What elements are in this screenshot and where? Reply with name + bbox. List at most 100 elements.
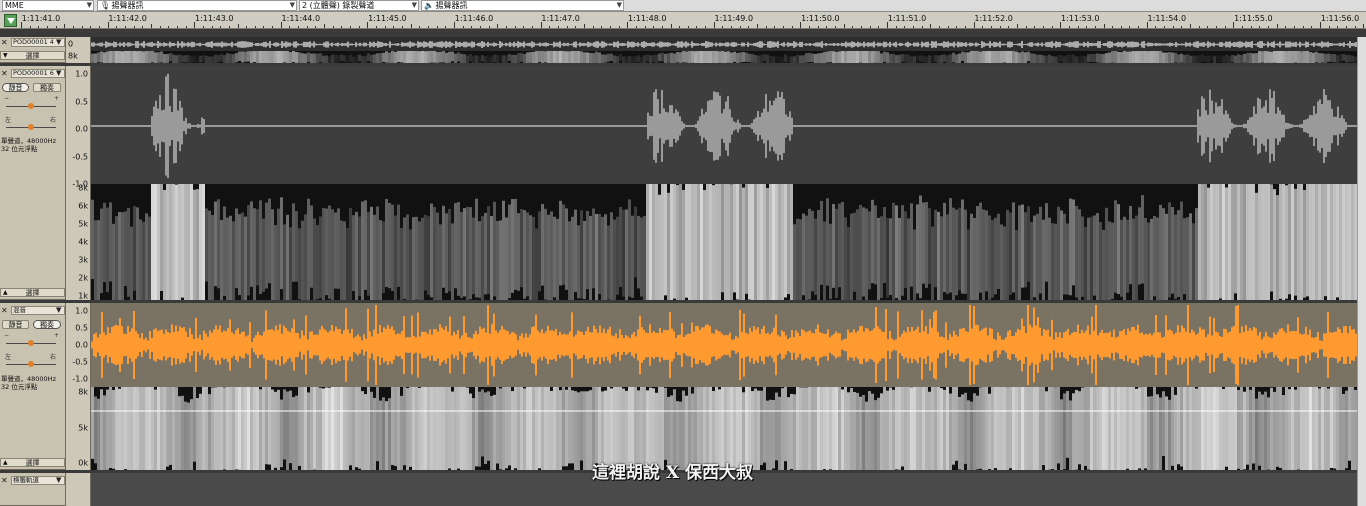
mute-button[interactable]: 靜音 <box>2 320 29 329</box>
solo-button[interactable]: 獨奏 <box>33 320 61 329</box>
waveform-sample <box>103 125 105 127</box>
spectrogram-column <box>607 53 610 62</box>
waveform-sample <box>769 100 771 152</box>
spectrogram-column <box>427 51 430 63</box>
gain-slider[interactable] <box>6 340 56 346</box>
spectrogram-column <box>352 215 355 292</box>
waveform-sample <box>229 43 231 46</box>
pan-slider-knob[interactable] <box>28 124 34 130</box>
track-3-lane[interactable] <box>91 303 1357 470</box>
waveform-sample <box>917 326 919 364</box>
waveform-sample <box>555 328 557 362</box>
waveform-sample <box>1321 340 1323 350</box>
gain-slider-knob[interactable] <box>28 340 34 346</box>
close-track-icon[interactable]: ✕ <box>1 38 8 47</box>
track-1-scale: 0 8k <box>66 37 91 63</box>
pan-slider[interactable] <box>6 361 56 367</box>
track-1-lane[interactable] <box>91 37 1357 63</box>
playback-device-dropdown[interactable]: 🔈 揚聲器訊 ▼ <box>421 0 624 11</box>
spectrogram-column <box>580 51 583 63</box>
spectrogram-column <box>649 55 652 63</box>
frequency-scale-label: 8k <box>78 387 88 397</box>
waveform-sample <box>839 43 841 46</box>
spectrogram-column <box>466 206 469 300</box>
waveform-sample <box>1179 43 1181 46</box>
spectrogram-column <box>835 387 838 470</box>
recording-channels-dropdown[interactable]: 2 (立體聲) 錄製聲道 ▼ <box>299 0 419 11</box>
waveform-sample <box>933 125 935 127</box>
waveform-sample <box>377 333 379 357</box>
waveform-sample <box>539 332 541 358</box>
waveform-sample <box>777 41 779 48</box>
waveform-sample <box>1329 332 1331 358</box>
waveform-sample <box>645 332 647 358</box>
track-3-select-button[interactable]: ▲ 選擇 <box>0 458 65 467</box>
chevron-down-icon[interactable]: ▼ <box>56 38 61 46</box>
spectrogram-column <box>118 51 121 63</box>
waveform-sample <box>443 125 445 127</box>
waveform-sample <box>453 125 455 127</box>
spectrogram-column <box>796 218 799 300</box>
waveform-sample <box>629 338 631 352</box>
waveform-sample <box>357 43 359 46</box>
spectrogram-column <box>1021 51 1024 63</box>
chevron-down-icon[interactable]: ▼ <box>56 69 61 77</box>
waveform-sample <box>1301 334 1303 356</box>
track-2-lane[interactable] <box>91 66 1357 300</box>
close-track-icon[interactable]: ✕ <box>1 69 8 78</box>
waveform-sample <box>621 42 623 47</box>
spectrogram-column <box>424 51 427 63</box>
waveform-sample <box>1045 42 1047 47</box>
play-head-icon[interactable] <box>4 14 17 27</box>
waveform-sample <box>317 334 319 356</box>
timeline-ruler[interactable]: 1:11:41.0 1:11:42.0 1:11:43.0 1:11:44.0 1:11… <box>0 12 1366 29</box>
waveform-sample <box>1207 41 1209 48</box>
spectrogram-column <box>370 206 373 300</box>
mute-button[interactable]: 靜音 <box>2 83 29 92</box>
spectrogram-column <box>124 51 127 63</box>
track-2-select-button[interactable]: ▲ 選擇 <box>0 288 65 297</box>
vertical-scrollbar[interactable] <box>1357 37 1366 506</box>
spectrogram-column <box>1132 218 1135 300</box>
close-track-icon[interactable]: ✕ <box>1 306 8 315</box>
waveform-sample <box>265 310 267 380</box>
spectrogram-column <box>109 51 112 63</box>
spectrogram-column <box>250 387 253 470</box>
waveform-sample <box>301 330 303 360</box>
waveform-sample <box>1185 42 1187 47</box>
waveform-sample <box>1309 43 1311 46</box>
spectrogram-column <box>178 54 181 63</box>
gain-slider-knob[interactable] <box>28 103 34 109</box>
waveform-sample <box>1039 43 1041 46</box>
spectrogram-column <box>1048 387 1051 470</box>
spectrogram-column <box>265 202 268 289</box>
audio-host-dropdown[interactable]: MME ▼ <box>2 0 94 11</box>
chevron-down-icon[interactable]: ▼ <box>56 306 61 314</box>
frequency-scale-label: 4k <box>78 237 88 247</box>
pan-slider[interactable] <box>6 124 56 130</box>
spectrogram-column <box>280 51 283 63</box>
ruler-minor-tick <box>38 26 40 28</box>
spectrogram-column <box>1186 387 1189 470</box>
recording-device-dropdown[interactable]: 🎙 揚聲器訊 ▼ <box>97 0 297 11</box>
gain-slider[interactable] <box>6 103 56 109</box>
chevron-down-icon[interactable]: ▼ <box>56 476 61 484</box>
spectrogram-column <box>418 221 421 300</box>
waveform-sample <box>113 325 115 365</box>
waveform-sample <box>1033 125 1035 127</box>
solo-button[interactable]: 獨奏 <box>33 83 61 92</box>
spectrogram-column <box>1312 52 1315 63</box>
waveform-sample <box>123 41 125 48</box>
waveform-sample <box>411 315 413 375</box>
waveform-sample <box>1315 336 1317 354</box>
spectrogram-column <box>229 387 232 470</box>
waveform-sample <box>667 112 669 140</box>
ruler-minor-tick <box>765 26 767 28</box>
waveform-sample <box>1123 329 1125 361</box>
close-track-icon[interactable]: ✕ <box>1 476 8 485</box>
track-1-select-button[interactable]: ▼ 選擇 <box>0 51 65 60</box>
pan-slider-knob[interactable] <box>28 361 34 367</box>
waveform-sample <box>123 333 125 357</box>
waveform-sample <box>923 331 925 359</box>
waveform-sample <box>1027 125 1029 127</box>
